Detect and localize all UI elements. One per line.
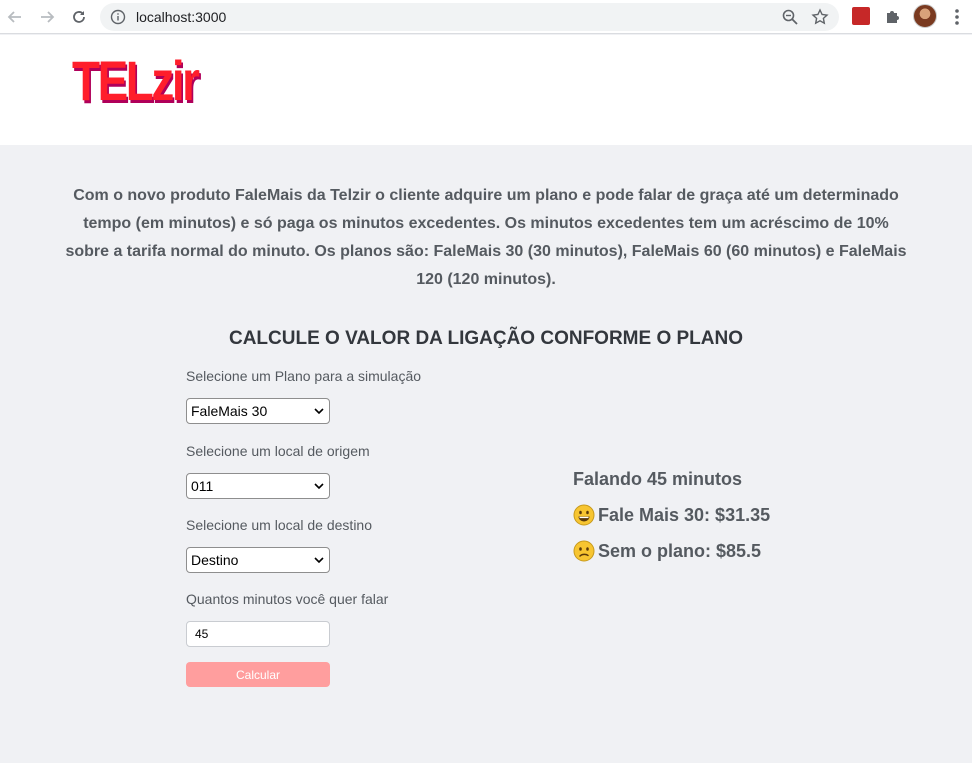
- plan-label: Selecione um Plano para a simulação: [186, 368, 422, 384]
- origin-select-value: 011: [191, 478, 214, 494]
- origin-select[interactable]: 011: [186, 473, 330, 499]
- talking-minutes: Falando 45 minutos: [573, 467, 873, 491]
- chevron-down-icon: [314, 483, 324, 490]
- back-icon[interactable]: [3, 5, 27, 29]
- telzir-logo: TELzir: [72, 49, 200, 112]
- plan-select-value: FaleMais 30: [191, 403, 268, 419]
- bookmark-star-icon[interactable]: [811, 8, 829, 26]
- without-plan-text: Sem o plano: $85.5: [598, 540, 762, 561]
- chevron-down-icon: [314, 557, 324, 564]
- with-plan-text: Fale Mais 30: $31.35: [598, 504, 771, 525]
- url-text[interactable]: localhost:3000: [136, 9, 226, 25]
- destination-select[interactable]: Destino: [186, 547, 330, 573]
- chevron-down-icon: [314, 408, 324, 415]
- destination-label: Selecione um local de destino: [186, 517, 373, 533]
- address-bar[interactable]: localhost:3000: [100, 3, 839, 31]
- browser-toolbar: localhost:3000: [0, 0, 972, 34]
- zoom-icon[interactable]: [781, 8, 799, 26]
- results-panel: Falando 45 minutos Fale Mais 30: $31.35 …: [573, 467, 873, 563]
- calculator-title: CALCULE O VALOR DA LIGAÇÃO CONFORME O PL…: [228, 328, 744, 349]
- confused-face-icon: [573, 540, 595, 562]
- minutes-input[interactable]: [186, 621, 330, 647]
- without-plan-result: Sem o plano: $85.5: [573, 539, 873, 563]
- reload-icon[interactable]: [67, 5, 91, 29]
- plan-select[interactable]: FaleMais 30: [186, 398, 330, 424]
- calculate-button[interactable]: Calcular: [186, 662, 330, 687]
- more-options-icon[interactable]: [950, 6, 964, 28]
- talking-minutes-text: Falando 45 minutos: [573, 468, 743, 489]
- grinning-face-icon: [573, 504, 595, 526]
- with-plan-result: Fale Mais 30: $31.35: [573, 503, 873, 527]
- origin-label: Selecione um local de origem: [186, 443, 370, 459]
- profile-avatar[interactable]: [913, 4, 937, 28]
- extension-icon[interactable]: [852, 7, 870, 25]
- forward-icon[interactable]: [35, 5, 59, 29]
- calculator-form: Selecione um Plano para a simulação Fale…: [186, 366, 446, 687]
- destination-select-value: Destino: [191, 552, 239, 568]
- intro-text: Com o novo produto FaleMais da Telzir o …: [65, 187, 907, 288]
- site-header: TELzir: [0, 35, 972, 145]
- extensions-puzzle-icon[interactable]: [884, 7, 902, 25]
- info-icon[interactable]: [110, 9, 126, 25]
- minutes-label: Quantos minutos você quer falar: [186, 591, 389, 607]
